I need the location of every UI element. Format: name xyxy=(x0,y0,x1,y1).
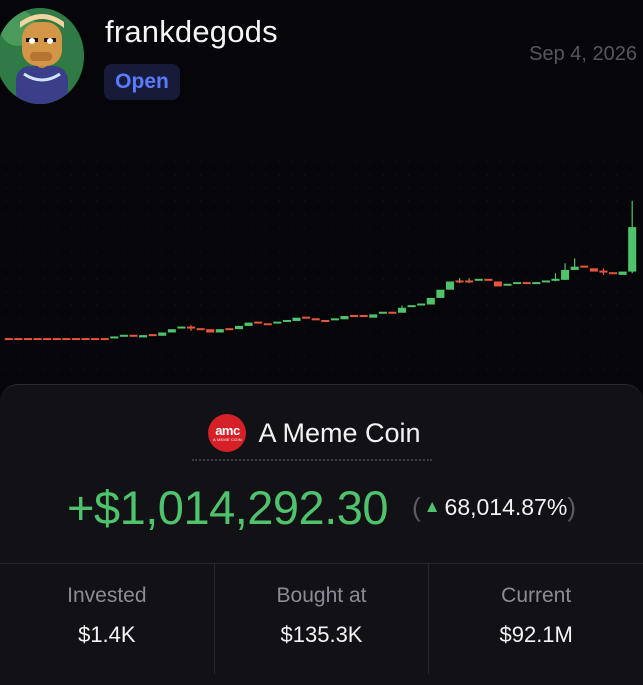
candle xyxy=(273,321,282,324)
candle xyxy=(551,278,560,281)
stat-current: Current $92.1M xyxy=(429,564,643,674)
candle xyxy=(23,338,33,341)
candle xyxy=(196,328,205,331)
coin-logo-subtext: A MEME COIN xyxy=(213,436,242,442)
candle xyxy=(330,318,339,321)
candle xyxy=(158,332,167,336)
stat-bought-at: Bought at $135.3K xyxy=(215,564,430,674)
candle xyxy=(397,307,407,313)
candle xyxy=(599,270,608,273)
chart-grid xyxy=(5,161,631,371)
candle xyxy=(541,280,550,283)
candle xyxy=(206,329,215,333)
candle xyxy=(445,281,455,290)
pnl-row: +$1,014,292.30 ( ▲ 68,014.87% ) xyxy=(0,477,643,537)
candle xyxy=(100,338,109,341)
candle xyxy=(62,338,71,341)
candle xyxy=(14,338,23,341)
status-badge: Open xyxy=(104,64,180,100)
candle xyxy=(33,338,42,341)
up-arrow-icon: ▲ xyxy=(423,497,441,516)
candle xyxy=(407,305,416,308)
coin-name: A Meme Coin xyxy=(258,417,421,448)
candle xyxy=(513,282,522,285)
candle xyxy=(628,227,637,272)
candle xyxy=(186,326,196,329)
dotted-divider xyxy=(192,459,432,461)
candle xyxy=(129,334,138,337)
pnl-percent: 68,014.87% xyxy=(444,493,568,520)
stat-label: Invested xyxy=(67,584,147,607)
coin-logo: amc A MEME COIN xyxy=(208,414,247,452)
candle xyxy=(244,322,253,326)
avatar-image xyxy=(0,8,84,104)
candle xyxy=(177,326,186,329)
candle xyxy=(369,314,378,318)
candle xyxy=(263,323,272,326)
pnl-amount: +$1,014,292.30 xyxy=(67,480,389,534)
candle xyxy=(139,335,148,338)
candle xyxy=(71,338,80,341)
candle xyxy=(321,319,330,322)
candle xyxy=(234,325,244,330)
candle xyxy=(81,338,90,341)
candle xyxy=(465,280,474,283)
candle xyxy=(532,282,541,285)
candle xyxy=(618,271,627,275)
candle xyxy=(110,336,119,339)
paren-close: ) xyxy=(567,491,576,522)
candle xyxy=(589,268,598,272)
candle xyxy=(254,321,263,324)
candle xyxy=(580,265,589,268)
candle xyxy=(608,272,618,275)
candle xyxy=(378,311,387,314)
candle xyxy=(311,318,320,321)
candle xyxy=(302,316,311,319)
price-chart xyxy=(4,161,637,371)
candle xyxy=(417,303,426,306)
candle xyxy=(484,278,493,281)
candle xyxy=(43,338,52,341)
paren-open: ( xyxy=(412,491,421,522)
candle xyxy=(225,328,234,331)
date-label: Sep 4, 2026 xyxy=(529,43,637,65)
candle xyxy=(148,334,157,337)
username: frankdegods xyxy=(105,14,278,49)
candle xyxy=(292,317,301,321)
position-card: amc A MEME COIN A Meme Coin +$1,014,292.… xyxy=(0,384,643,685)
candle xyxy=(570,266,579,270)
stats-row: Invested $1.4K Bought at $135.3K Current… xyxy=(0,563,643,674)
candle xyxy=(522,282,531,285)
stat-value: $1.4K xyxy=(78,622,136,647)
stat-label: Current xyxy=(501,584,572,607)
candle xyxy=(4,338,13,341)
coin-logo-text: amc xyxy=(215,422,240,438)
candle xyxy=(359,315,368,318)
candle xyxy=(340,316,349,320)
candle xyxy=(474,278,483,281)
stat-value: $92.1M xyxy=(499,622,573,647)
avatar[interactable] xyxy=(0,8,84,104)
stat-label: Bought at xyxy=(276,584,367,607)
candle xyxy=(215,329,224,333)
candle xyxy=(561,269,570,280)
candle xyxy=(52,338,61,341)
coin-row[interactable]: amc A MEME COIN A Meme Coin xyxy=(0,413,643,453)
pnl-percent-group: ( ▲ 68,014.87% ) xyxy=(412,492,576,523)
candle xyxy=(503,283,512,286)
candle xyxy=(388,311,397,314)
candle xyxy=(282,319,291,322)
candle xyxy=(455,280,464,283)
candle xyxy=(493,281,502,287)
candle xyxy=(350,315,359,318)
candle xyxy=(91,338,100,341)
candle xyxy=(426,297,435,305)
stat-invested: Invested $1.4K xyxy=(0,564,215,674)
candle xyxy=(167,329,176,333)
candle xyxy=(436,289,445,298)
candle xyxy=(119,334,128,337)
stat-value: $135.3K xyxy=(280,622,363,647)
